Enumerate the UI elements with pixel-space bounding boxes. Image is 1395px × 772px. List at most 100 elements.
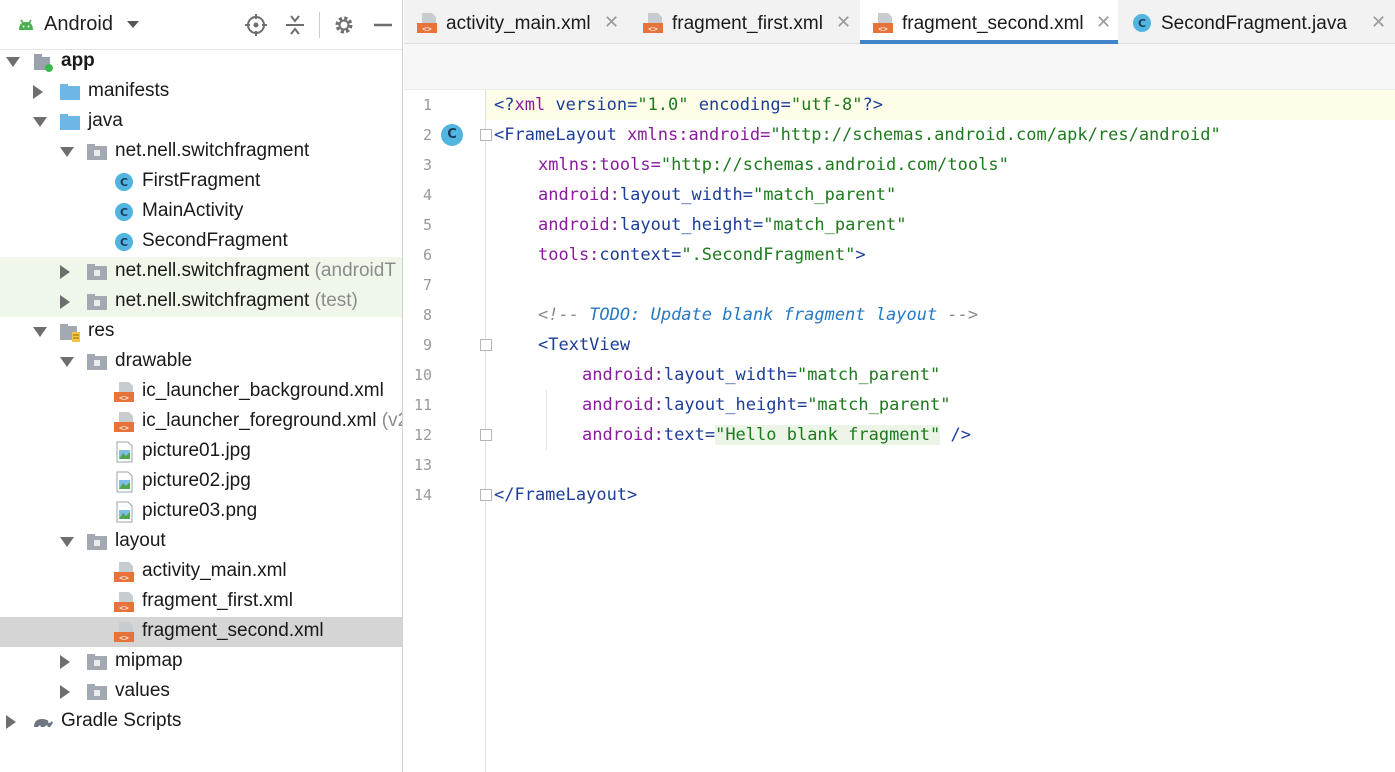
expand-arrow-down-icon[interactable] [6,57,20,67]
tree-row[interactable]: net.nell.switchfragment [0,137,402,167]
tree-row[interactable]: Gradle Scripts [0,707,402,737]
tree-item-label: fragment_second.xml [142,620,324,642]
tree-item-name: net.nell.switchfragment [115,140,310,161]
svg-text:<>: <> [878,25,888,34]
editor-tab[interactable]: C SecondFragment.java ✕ [1119,0,1395,44]
tree-row[interactable]: java [0,107,402,137]
fold-marker-icon[interactable] [480,489,492,501]
minimize-icon[interactable] [371,13,395,37]
tree-item-name: res [88,320,115,341]
tree-row[interactable]: <> activity_main.xml [0,557,402,587]
fold-marker-icon[interactable] [480,429,492,441]
close-tab-icon[interactable]: ✕ [604,12,619,33]
tree-row[interactable]: C FirstFragment [0,167,402,197]
class-marker-icon[interactable]: C [441,124,463,146]
tree-item-name: FirstFragment [142,170,261,191]
tree-row[interactable]: res [0,317,402,347]
tree-item-label: net.nell.switchfragment (androidT [115,260,396,282]
code-editor[interactable]: <?xml version="1.0" encoding="utf-8"?> <… [494,90,1394,772]
tree-item-name: net.nell.switchfragment [115,290,310,311]
svg-text:C: C [120,236,128,249]
close-tab-icon[interactable]: ✕ [1371,12,1386,33]
tree-item-name: fragment_first.xml [142,590,293,611]
indent-guide [546,390,547,450]
package-icon [86,291,108,313]
android-icon [19,19,33,30]
tree-row[interactable]: <> ic_launcher_foreground.xml (v2 [0,407,402,437]
close-tab-icon[interactable]: ✕ [836,12,851,33]
editor-tab[interactable]: <> fragment_second.xml ✕ [860,0,1118,44]
tree-item-label: drawable [115,350,192,372]
expand-arrow-right-icon[interactable] [60,295,70,309]
tree-row[interactable]: drawable [0,347,402,377]
tree-row[interactable]: layout [0,527,402,557]
image-icon [113,501,135,523]
tree-item-name: picture02.jpg [142,470,251,491]
tree-row[interactable]: <> fragment_first.xml [0,587,402,617]
tree-item-name: java [88,110,123,131]
tree-item-label: net.nell.switchfragment (test) [115,290,358,312]
tree-row[interactable]: manifests [0,77,402,107]
svg-text:C: C [120,176,128,189]
tree-row[interactable]: picture03.png [0,497,402,527]
line-number: 4 [422,186,432,204]
expand-arrow-down-icon[interactable] [60,147,74,157]
editor-tab[interactable]: <> activity_main.xml ✕ [404,0,629,44]
editor-tab[interactable]: <> fragment_first.xml ✕ [630,0,859,44]
line-number: 7 [422,276,432,294]
expand-arrow-down-icon[interactable] [60,537,74,547]
line-number: 14 [413,486,432,504]
folder-blue-icon [59,81,81,103]
line-number: 6 [422,246,432,264]
project-panel: Android app manifests java net.nell.switchf… [0,0,403,772]
close-tab-icon[interactable]: ✕ [1096,12,1111,33]
tree-item-suffix: (androidT [309,260,396,281]
svg-text:<>: <> [648,25,658,34]
tree-item-label: SecondFragment [142,230,288,252]
tree-item-label: fragment_first.xml [142,590,293,612]
tree-row[interactable]: <> ic_launcher_background.xml [0,377,402,407]
tree-row[interactable]: net.nell.switchfragment (test) [0,287,402,317]
fold-marker-icon[interactable] [480,339,492,351]
expand-arrow-right-icon[interactable] [33,85,43,99]
expand-arrow-down-icon[interactable] [33,327,47,337]
tree-row[interactable]: app [0,47,402,77]
tree-row[interactable]: mipmap [0,647,402,677]
expand-arrow-right-icon[interactable] [60,655,70,669]
expand-arrow-down-icon[interactable] [60,357,74,367]
tree-row[interactable]: <> fragment_second.xml [0,617,402,647]
project-view-selector[interactable]: Android [44,13,113,36]
svg-text:<>: <> [119,424,129,433]
tree-item-name: SecondFragment [142,230,288,251]
tree-item-name: ic_launcher_background.xml [142,380,384,401]
module-icon [32,51,54,73]
tree-row[interactable]: picture01.jpg [0,437,402,467]
tree-row[interactable]: C SecondFragment [0,227,402,257]
tree-row[interactable]: values [0,677,402,707]
fold-marker-icon[interactable] [480,129,492,141]
expand-arrow-right-icon[interactable] [60,685,70,699]
line-number: 11 [413,396,432,414]
tree-item-label: FirstFragment [142,170,260,192]
expand-arrow-down-icon[interactable] [33,117,47,127]
tree-item-suffix: (v2 [381,410,402,431]
xml-file-icon: <> [642,12,664,34]
locate-icon[interactable] [244,13,268,37]
svg-text:C: C [1138,17,1146,30]
collapse-all-icon[interactable] [283,13,307,37]
tree-row[interactable]: C MainActivity [0,197,402,227]
tree-row[interactable]: picture02.jpg [0,467,402,497]
expand-arrow-right-icon[interactable] [6,715,16,729]
tree-item-name: activity_main.xml [142,560,287,581]
tree-row[interactable]: net.nell.switchfragment (androidT [0,257,402,287]
gear-icon[interactable] [332,13,356,37]
expand-arrow-right-icon[interactable] [60,265,70,279]
code-line-11: android:layout_height="match_parent" [582,395,951,415]
tree-item-label: layout [115,530,166,552]
svg-text:<>: <> [119,394,129,403]
image-icon [113,441,135,463]
tree-item-label: values [115,680,170,702]
tree-item-label: activity_main.xml [142,560,287,582]
package-icon [86,681,108,703]
chevron-down-icon[interactable] [127,21,139,28]
